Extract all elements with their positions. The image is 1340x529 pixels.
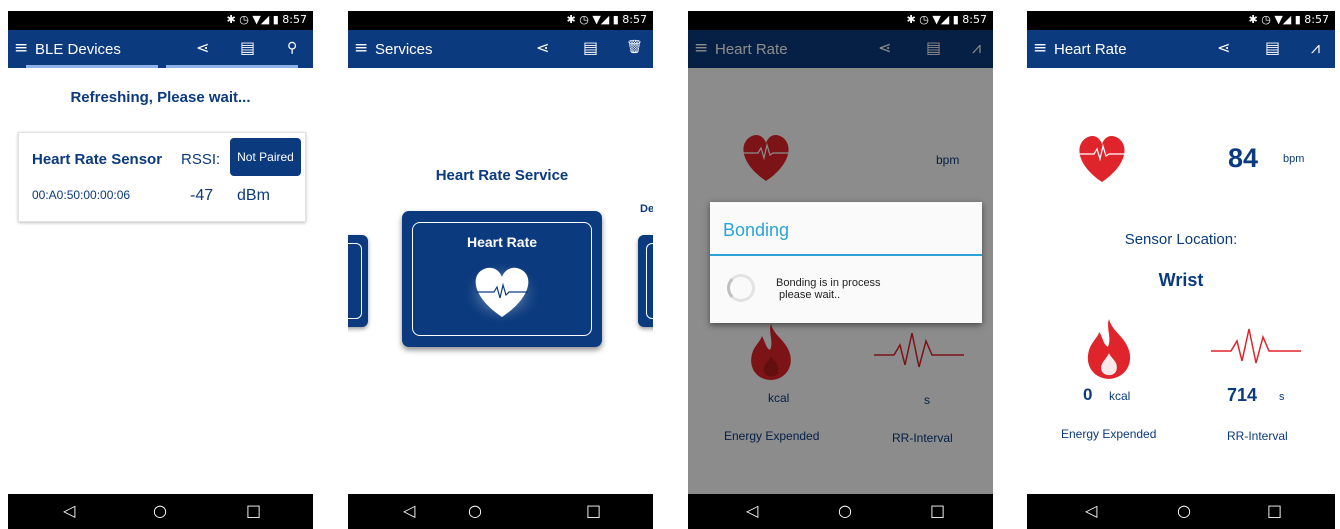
app-title: Services — [375, 41, 433, 58]
rr-value: 714 — [1227, 385, 1258, 405]
home-button[interactable]: ○ — [1177, 501, 1191, 520]
next-service-peek-text: Dev — [640, 203, 653, 215]
rr-interval-icon — [1211, 328, 1301, 364]
back-button[interactable]: ◁ — [746, 501, 758, 520]
recent-apps-button[interactable]: □ — [586, 501, 601, 520]
sensor-location-value: Wrist — [1158, 270, 1204, 290]
share-icon[interactable]: ⋖ — [196, 39, 209, 57]
back-button[interactable]: ◁ — [63, 501, 75, 520]
status-bar: ✱ ◷ ▼◢ ▮ 8:57 — [1027, 11, 1335, 30]
calories-flame-icon — [1087, 319, 1131, 379]
menu-icon[interactable]: ≡ — [354, 39, 368, 57]
status-icons: ✱ ◷ ▼◢ ▮ — [1248, 13, 1301, 26]
status-icons: ✱ ◷ ▼◢ ▮ — [906, 13, 959, 26]
report-icon[interactable]: ▤ — [1265, 39, 1280, 57]
status-time: 8:57 — [622, 13, 647, 26]
delete-icon[interactable]: 🗑 — [626, 39, 643, 57]
screen-heart-rate: ✱ ◷ ▼◢ ▮ 8:57 ≡ Heart Rate ⋖ ▤ ⩘ 84 bpm … — [1027, 11, 1335, 529]
app-bar: ≡ Services ⋖ ▤ 🗑 — [348, 30, 653, 68]
status-bar: ✱ ◷ ▼◢ ▮ 8:57 — [688, 11, 993, 30]
recent-apps-button[interactable]: □ — [1267, 501, 1282, 520]
service-card-next[interactable] — [638, 235, 653, 327]
status-time: 8:57 — [962, 13, 987, 26]
report-icon[interactable]: ▤ — [583, 39, 598, 57]
loading-spinner — [727, 274, 755, 302]
service-title: Heart Rate Service — [435, 167, 569, 184]
device-card[interactable]: Heart Rate Sensor RSSI: Not Paired 00:A0… — [18, 132, 306, 222]
rssi-unit: dBm — [237, 187, 270, 204]
share-icon[interactable]: ⋖ — [1217, 39, 1230, 57]
rr-interval-label: RR-Interval — [1227, 429, 1288, 443]
dialog-divider — [710, 254, 982, 256]
menu-icon[interactable]: ≡ — [14, 39, 28, 57]
bonding-dialog: Bonding Bonding is in process please wai… — [710, 202, 982, 323]
report-icon[interactable]: ▤ — [240, 39, 255, 57]
search-icon[interactable]: ⚲ — [287, 39, 297, 57]
service-card-heart-rate[interactable]: Heart Rate — [402, 211, 602, 347]
back-button[interactable]: ◁ — [403, 501, 415, 520]
screen-heart-rate-bonding: ✱ ◷ ▼◢ ▮ 8:57 ≡ Heart Rate ⋖ ▤ ⩘ bpm kca… — [688, 11, 993, 529]
nav-bar: ◁ ○ □ — [348, 494, 653, 529]
bpm-value: 84 — [1228, 143, 1259, 173]
kcal-value: 0 — [1083, 385, 1093, 404]
status-icons: ✱ ◷ ▼◢ ▮ — [566, 13, 619, 26]
back-button[interactable]: ◁ — [1085, 501, 1097, 520]
home-button[interactable]: ○ — [838, 501, 852, 520]
heart-rate-icon — [1078, 135, 1126, 182]
app-bar: ≡ BLE Devices ⋖ ▤ ⚲ — [8, 30, 313, 68]
screen-ble-devices: ✱ ◷ ▼◢ ▮ 8:57 ≡ BLE Devices ⋖ ▤ ⚲ Refres… — [8, 11, 313, 529]
home-button[interactable]: ○ — [468, 501, 482, 520]
pair-button[interactable]: Not Paired — [230, 138, 301, 176]
nav-bar: ◁ ○ □ — [1027, 494, 1335, 529]
rr-unit: s — [1279, 391, 1285, 403]
app-title: Heart Rate — [1054, 41, 1127, 58]
home-button[interactable]: ○ — [153, 501, 167, 520]
recent-apps-button[interactable]: □ — [930, 501, 945, 520]
share-icon[interactable]: ⋖ — [536, 39, 549, 57]
nav-bar: ◁ ○ □ — [8, 494, 313, 529]
tab-indicator-right — [166, 65, 298, 68]
nav-bar: ◁ ○ □ — [688, 494, 993, 529]
device-name: Heart Rate Sensor — [32, 151, 163, 168]
status-bar: ✱ ◷ ▼◢ ▮ 8:57 — [8, 11, 313, 30]
status-time: 8:57 — [282, 13, 307, 26]
screen-services: ✱ ◷ ▼◢ ▮ 8:57 ≡ Services ⋖ ▤ 🗑 Heart Rat… — [348, 11, 653, 529]
dialog-title: Bonding — [723, 220, 790, 240]
device-address: 00:A0:50:00:00:06 — [32, 188, 131, 202]
graph-icon[interactable]: ⩘ — [1311, 39, 1320, 57]
status-icons: ✱ ◷ ▼◢ ▮ — [226, 13, 279, 26]
service-card-previous[interactable] — [348, 235, 368, 327]
rssi-value: -47 — [190, 187, 214, 204]
dialog-message: Bonding is in process please wait.. — [776, 277, 881, 301]
heart-icon — [462, 261, 542, 325]
sensor-location-label: Sensor Location: — [1124, 231, 1238, 248]
rssi-label: RSSI: — [181, 151, 221, 168]
bpm-unit: bpm — [1283, 153, 1305, 165]
tab-indicator-left — [26, 65, 158, 68]
status-bar: ✱ ◷ ▼◢ ▮ 8:57 — [348, 11, 653, 30]
app-title: BLE Devices — [35, 41, 121, 58]
kcal-unit: kcal — [1109, 389, 1131, 403]
refresh-message: Refreshing, Please wait... — [70, 89, 251, 106]
app-bar: ≡ Heart Rate ⋖ ▤ ⩘ — [1027, 30, 1335, 68]
energy-expended-label: Energy Expended — [1061, 427, 1157, 441]
status-time: 8:57 — [1304, 13, 1329, 26]
menu-icon[interactable]: ≡ — [1033, 39, 1047, 57]
recent-apps-button[interactable]: □ — [246, 501, 261, 520]
service-card-label: Heart Rate — [466, 234, 538, 250]
